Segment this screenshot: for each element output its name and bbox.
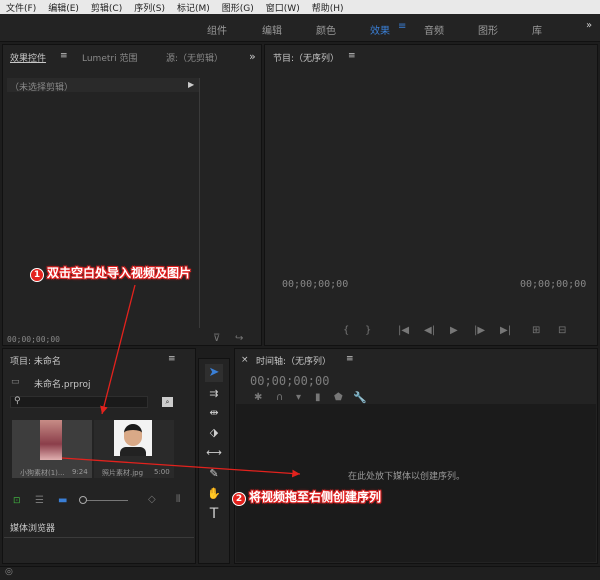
annotation-step1: 1 双击空白处导入视频及图片 (30, 264, 191, 282)
annotation-step1-text: 双击空白处导入视频及图片 (47, 266, 192, 280)
arrow-step2 (61, 457, 301, 478)
step2-badge: 2 (232, 492, 246, 506)
annotation-step2: 2 将视频拖至右侧创建序列 (232, 488, 381, 506)
step1-badge: 1 (30, 268, 44, 282)
arrow-step1 (100, 284, 136, 415)
annotation-step2-text: 将视频拖至右侧创建序列 (249, 490, 382, 504)
